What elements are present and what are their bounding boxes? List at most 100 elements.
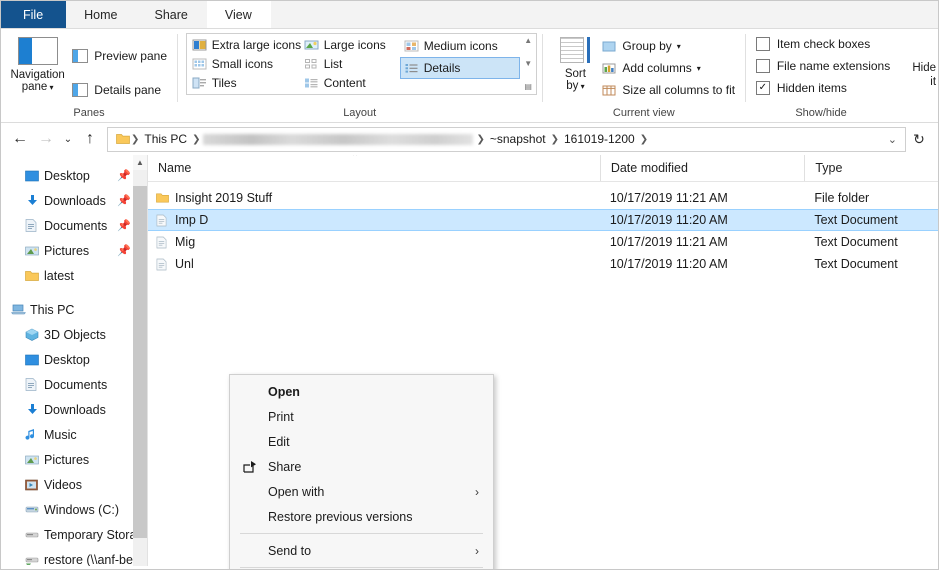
breadcrumb-item-snapshot[interactable]: ~snapshot	[486, 132, 550, 146]
breadcrumb-item-161019-1200[interactable]: 161019-1200	[560, 132, 639, 146]
breadcrumb-item-this-pc[interactable]: This PC	[140, 132, 191, 146]
column-header-type[interactable]: Type	[804, 155, 938, 181]
navigation-pane-button[interactable]: Navigation pane ▾	[7, 33, 68, 94]
preview-pane-button[interactable]: Preview pane	[68, 45, 171, 67]
layout-list[interactable]: List	[300, 54, 400, 73]
hide-selected-items-button[interactable]: Hide it	[902, 61, 936, 89]
nav-item-downloads-quick[interactable]: Downloads 📌	[1, 188, 147, 213]
layout-medium-icons[interactable]: Medium icons	[400, 35, 520, 57]
item-check-boxes-box	[755, 37, 770, 51]
size-all-columns-button[interactable]: Size all columns to fit	[598, 79, 739, 101]
context-menu-item-edit[interactable]: Edit	[230, 429, 493, 454]
layout-details[interactable]: Details	[399, 57, 520, 79]
layout-content[interactable]: Content	[300, 74, 400, 93]
file-date-modified: 10/17/2019 11:21 AM	[609, 191, 728, 205]
nav-item-latest[interactable]: latest	[1, 263, 147, 288]
nav-item-this-pc[interactable]: This PC	[1, 297, 147, 322]
nav-item-restore-network[interactable]: restore (\\anf-be	[1, 547, 147, 566]
submenu-arrow-icon: ›	[475, 484, 479, 499]
up-button[interactable]: ↑	[77, 126, 103, 152]
context-menu-item-print[interactable]: Print	[230, 404, 493, 429]
column-label: Type	[815, 161, 843, 175]
back-button[interactable]: ←	[7, 126, 33, 152]
file-date-modified: 10/17/2019 11:20 AM	[609, 213, 728, 227]
layout-gallery[interactable]: Extra large icons Small icons Tiles Larg…	[185, 33, 537, 95]
hidden-items-checkbox[interactable]: ✓ Hidden items	[755, 77, 890, 99]
navigation-pane-scrollbar[interactable]: ▲	[133, 155, 147, 566]
add-columns-icon	[602, 62, 616, 75]
layout-item-label: List	[323, 56, 343, 71]
breadcrumb[interactable]: ❯ This PC ❯ ❯ ~snapshot ❯ 161019-1200 ❯ …	[107, 126, 906, 152]
context-menu-item-share[interactable]: Share	[230, 454, 493, 479]
nav-item-documents-quick[interactable]: Documents 📌	[1, 213, 147, 238]
add-columns-button[interactable]: Add columns ▾	[598, 57, 739, 79]
nav-item-temporary-storage[interactable]: Temporary Stora	[1, 522, 147, 547]
scroll-up-icon[interactable]: ▲	[133, 155, 147, 170]
nav-item-desktop-quick[interactable]: Desktop 📌	[1, 163, 147, 188]
menu-separator	[240, 567, 483, 568]
main-content: Desktop 📌 Downloads 📌 Documents 📌 Pictur…	[1, 155, 938, 569]
column-header-name[interactable]: Name	[148, 155, 600, 181]
extra-large-icons-icon	[192, 38, 207, 52]
pin-icon[interactable]: 📌	[117, 194, 131, 207]
layout-extra-large-icons[interactable]: Extra large icons	[188, 35, 301, 54]
nav-item-music[interactable]: Music	[1, 422, 147, 447]
layout-tiles[interactable]: Tiles	[188, 74, 300, 93]
details-pane-button[interactable]: Details pane	[68, 79, 171, 101]
refresh-button[interactable]: ↻	[906, 126, 932, 152]
context-menu-item-send-to[interactable]: Send to ›	[230, 538, 493, 563]
address-dropdown-icon[interactable]: ⌄	[884, 133, 901, 146]
nav-item-videos[interactable]: Videos	[1, 472, 147, 497]
item-check-boxes-checkbox[interactable]: Item check boxes	[755, 33, 890, 55]
group-by-label: Group by	[622, 39, 672, 53]
file-name-extensions-checkbox[interactable]: File name extensions	[755, 55, 890, 77]
preview-pane-label: Preview pane	[94, 49, 167, 63]
layout-gallery-scroll[interactable]: ▲ ▼ ▤	[522, 35, 535, 93]
forward-button[interactable]: →	[33, 126, 59, 152]
medium-icons-icon	[404, 39, 419, 53]
context-menu-item-open-with[interactable]: Open with ›	[230, 479, 493, 504]
sort-by-button[interactable]: Sort by ▾	[552, 33, 598, 93]
recent-locations-button[interactable]: ⌄	[59, 126, 77, 152]
layout-large-icons[interactable]: Large icons	[300, 35, 400, 54]
gallery-scroll-up-icon[interactable]: ▲	[524, 37, 532, 45]
address-folder-icon	[112, 133, 130, 145]
small-icons-icon	[192, 57, 207, 71]
breadcrumb-item-redacted[interactable]	[203, 133, 474, 145]
nav-item-windows-c[interactable]: Windows (C:)	[1, 497, 147, 522]
table-row[interactable]: Mig 10/17/2019 11:21 AM Text Document	[148, 231, 938, 253]
menu-label: Edit	[268, 434, 290, 449]
nav-item-pictures-quick[interactable]: Pictures 📌	[1, 238, 147, 263]
context-menu[interactable]: Open Print Edit Share Open with › Restor…	[229, 374, 494, 569]
pin-icon[interactable]: 📌	[117, 244, 131, 257]
breadcrumb-separator: ❯	[550, 133, 559, 145]
nav-item-label: Downloads	[44, 402, 106, 417]
layout-small-icons[interactable]: Small icons	[188, 54, 300, 73]
nav-item-documents[interactable]: Documents	[1, 372, 147, 397]
videos-icon	[25, 479, 42, 491]
size-all-columns-label: Size all columns to fit	[622, 83, 736, 97]
table-row[interactable]: Imp D 10/17/2019 11:20 AM Text Document	[148, 209, 938, 231]
current-view-group-label: Current view	[612, 107, 675, 119]
pin-icon[interactable]: 📌	[117, 219, 131, 232]
nav-item-downloads[interactable]: Downloads	[1, 397, 147, 422]
tab-home[interactable]: Home	[66, 1, 136, 28]
context-menu-item-restore-previous-versions[interactable]: Restore previous versions	[230, 504, 493, 529]
table-row[interactable]: Insight 2019 Stuff 10/17/2019 11:21 AM F…	[148, 187, 938, 209]
table-row[interactable]: Unl 10/17/2019 11:20 AM Text Document	[148, 253, 938, 275]
group-by-button[interactable]: Group by ▾	[598, 35, 739, 57]
nav-item-desktop[interactable]: Desktop	[1, 347, 147, 372]
gallery-scroll-down-icon[interactable]: ▼	[524, 60, 532, 68]
gallery-expand-icon[interactable]: ▤	[524, 83, 532, 91]
tab-share-label: Share	[154, 7, 188, 22]
tab-share[interactable]: Share	[137, 1, 207, 28]
layout-item-label: Medium icons	[423, 39, 498, 53]
pin-icon[interactable]: 📌	[117, 169, 131, 182]
nav-item-3d-objects[interactable]: 3D Objects	[1, 322, 147, 347]
tab-file[interactable]: File	[1, 1, 67, 28]
tab-view[interactable]: View	[206, 1, 271, 28]
context-menu-item-open[interactable]: Open	[230, 379, 493, 404]
nav-item-pictures[interactable]: Pictures	[1, 447, 147, 472]
column-header-date-modified[interactable]: Date modified	[599, 155, 804, 181]
scrollbar-thumb[interactable]	[133, 186, 147, 538]
